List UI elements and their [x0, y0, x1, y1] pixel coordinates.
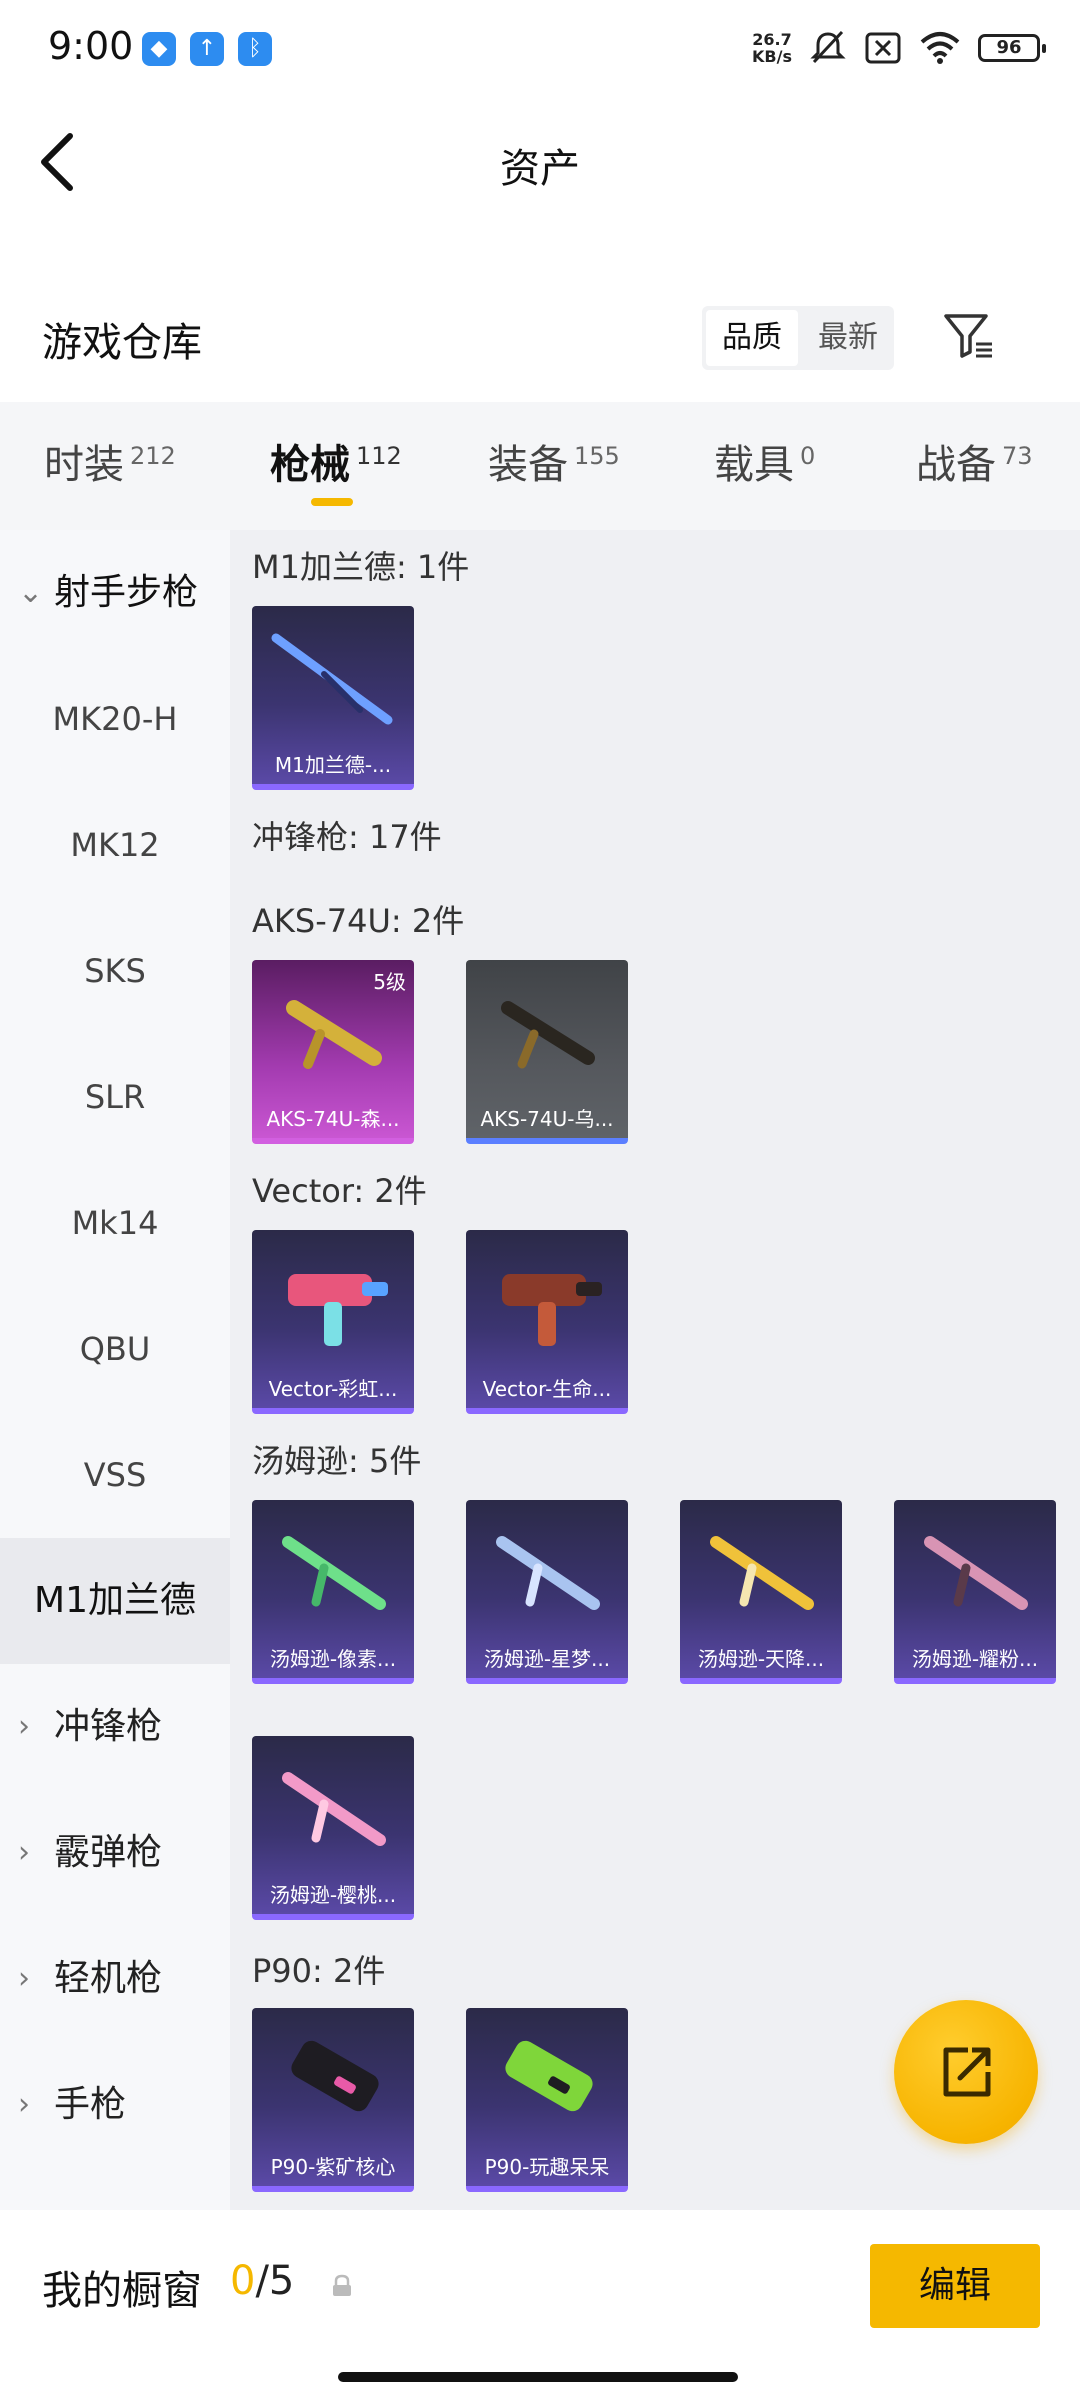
tab-fashion[interactable]: 时装 212 — [44, 432, 176, 490]
sidebar-group-lmg[interactable]: › 轻机枪 — [0, 1916, 230, 2042]
warehouse-bar: 游戏仓库 品质 最新 — [0, 280, 1080, 400]
smg-icon — [286, 1000, 382, 1069]
sidebar-group-smg[interactable]: › 冲锋枪 — [0, 1664, 230, 1790]
external-link-icon — [943, 2047, 991, 2097]
chevron-right-icon: › — [18, 2087, 30, 2122]
item-card[interactable]: 汤姆逊-像素... — [252, 1500, 414, 1684]
home-indicator[interactable] — [338, 2372, 738, 2382]
sim-icon — [865, 32, 901, 64]
item-card[interactable]: 5级 AKS-74U-森... — [252, 960, 414, 1144]
status-time: 9:00 — [48, 24, 134, 68]
section-title: P90: 2件 — [252, 1952, 386, 1990]
mute-icon — [810, 30, 846, 64]
tab-vehicles[interactable]: 载具 0 — [714, 432, 815, 490]
warehouse-title: 游戏仓库 — [42, 320, 202, 366]
showcase-label: 我的橱窗 — [42, 2268, 202, 2314]
item-card[interactable]: Vector-彩虹... — [252, 1230, 414, 1414]
sidebar-item-vss[interactable]: VSS — [0, 1412, 230, 1538]
sidebar-group-pistol[interactable]: › 手枪 — [0, 2042, 230, 2168]
chevron-right-icon: › — [18, 1835, 30, 1870]
bluetooth-icon: ᛒ — [238, 32, 272, 66]
sidebar-item-mk14[interactable]: Mk14 — [0, 1160, 230, 1286]
item-card[interactable]: P90-玩趣呆呆 — [466, 2008, 628, 2192]
item-grid: M1加兰德: 1件 M1加兰德-... 冲锋枪: 17件 AKS-74U: 2件… — [230, 530, 1080, 2210]
net-speed: 26.7 KB/s — [752, 30, 792, 66]
lock-icon — [333, 2274, 351, 2296]
share-button[interactable] — [894, 2000, 1038, 2144]
active-tab-indicator — [311, 498, 353, 506]
section-title: M1加兰德: 1件 — [252, 548, 470, 586]
item-card[interactable]: 汤姆逊-天降... — [680, 1500, 842, 1684]
item-card[interactable]: 汤姆逊-樱桃... — [252, 1736, 414, 1920]
tab-firearms[interactable]: 枪械 112 — [270, 432, 402, 490]
sort-quality-button[interactable]: 品质 — [706, 310, 798, 366]
vector-icon — [502, 1274, 602, 1346]
p90-icon — [291, 2040, 379, 2112]
wifi-icon — [920, 32, 960, 64]
tommy-gun-icon — [282, 1772, 386, 1846]
item-card[interactable]: 汤姆逊-星梦... — [466, 1500, 628, 1684]
page-title: 资产 — [500, 146, 580, 192]
filter-icon — [944, 314, 992, 358]
tommy-gun-icon — [710, 1536, 814, 1610]
tab-supplies[interactable]: 战备 73 — [916, 432, 1033, 490]
battery-icon: 96 — [978, 34, 1046, 62]
status-bar: 9:00 ◆ ↑ ᛒ 26.7 KB/s 96 — [0, 0, 1080, 96]
upload-icon: ↑ — [190, 32, 224, 66]
app-notification-icon: ◆ — [142, 32, 176, 66]
tommy-gun-icon — [496, 1536, 600, 1610]
item-card[interactable]: M1加兰德-... — [252, 606, 414, 790]
filter-button[interactable] — [940, 308, 996, 364]
vector-icon — [288, 1274, 388, 1346]
sidebar-group-shotgun[interactable]: › 霰弹枪 — [0, 1790, 230, 1916]
chevron-down-icon: ⌄ — [18, 575, 44, 610]
section-title: AKS-74U: 2件 — [252, 902, 465, 940]
sidebar-group-marksman[interactable]: ⌄ 射手步枪 — [0, 530, 230, 656]
sidebar-item-mk20h[interactable]: MK20-H — [0, 656, 230, 782]
tommy-gun-icon — [282, 1536, 386, 1610]
top-header: 资产 — [0, 96, 1080, 226]
showcase-count: 0/5 — [230, 2258, 295, 2304]
sidebar-item-m1-garand[interactable]: M1加兰德 — [0, 1538, 230, 1664]
rifle-icon — [271, 633, 393, 725]
category-tabs: 时装 212 枪械 112 装备 155 载具 0 战备 73 — [0, 402, 1080, 530]
tommy-gun-icon — [924, 1536, 1028, 1610]
item-card[interactable]: AKS-74U-乌... — [466, 960, 628, 1144]
weapon-type-sidebar: ⌄ 射手步枪 MK20-H MK12 SKS SLR Mk14 QBU VSS … — [0, 530, 230, 2210]
sort-newest-button[interactable]: 最新 — [802, 306, 894, 370]
sort-toggle: 品质 最新 — [702, 306, 894, 370]
p90-icon — [505, 2040, 593, 2112]
edit-button[interactable]: 编辑 — [870, 2244, 1040, 2328]
smg-icon — [501, 1001, 595, 1069]
chevron-right-icon: › — [18, 1961, 30, 1996]
section-title: Vector: 2件 — [252, 1172, 427, 1210]
showcase-bar: 我的橱窗 0/5 编辑 — [0, 2210, 1080, 2400]
tab-equipment[interactable]: 装备 155 — [488, 432, 620, 490]
item-card[interactable]: P90-紫矿核心 — [252, 2008, 414, 2192]
section-title: 冲锋枪: 17件 — [252, 818, 442, 856]
sidebar-item-mk12[interactable]: MK12 — [0, 782, 230, 908]
sidebar-item-sks[interactable]: SKS — [0, 908, 230, 1034]
sidebar-item-slr[interactable]: SLR — [0, 1034, 230, 1160]
item-card[interactable]: Vector-生命... — [466, 1230, 628, 1414]
chevron-right-icon: › — [18, 1709, 30, 1744]
item-card[interactable]: 汤姆逊-耀粉... — [894, 1500, 1056, 1684]
section-title: 汤姆逊: 5件 — [252, 1442, 422, 1480]
sidebar-item-qbu[interactable]: QBU — [0, 1286, 230, 1412]
